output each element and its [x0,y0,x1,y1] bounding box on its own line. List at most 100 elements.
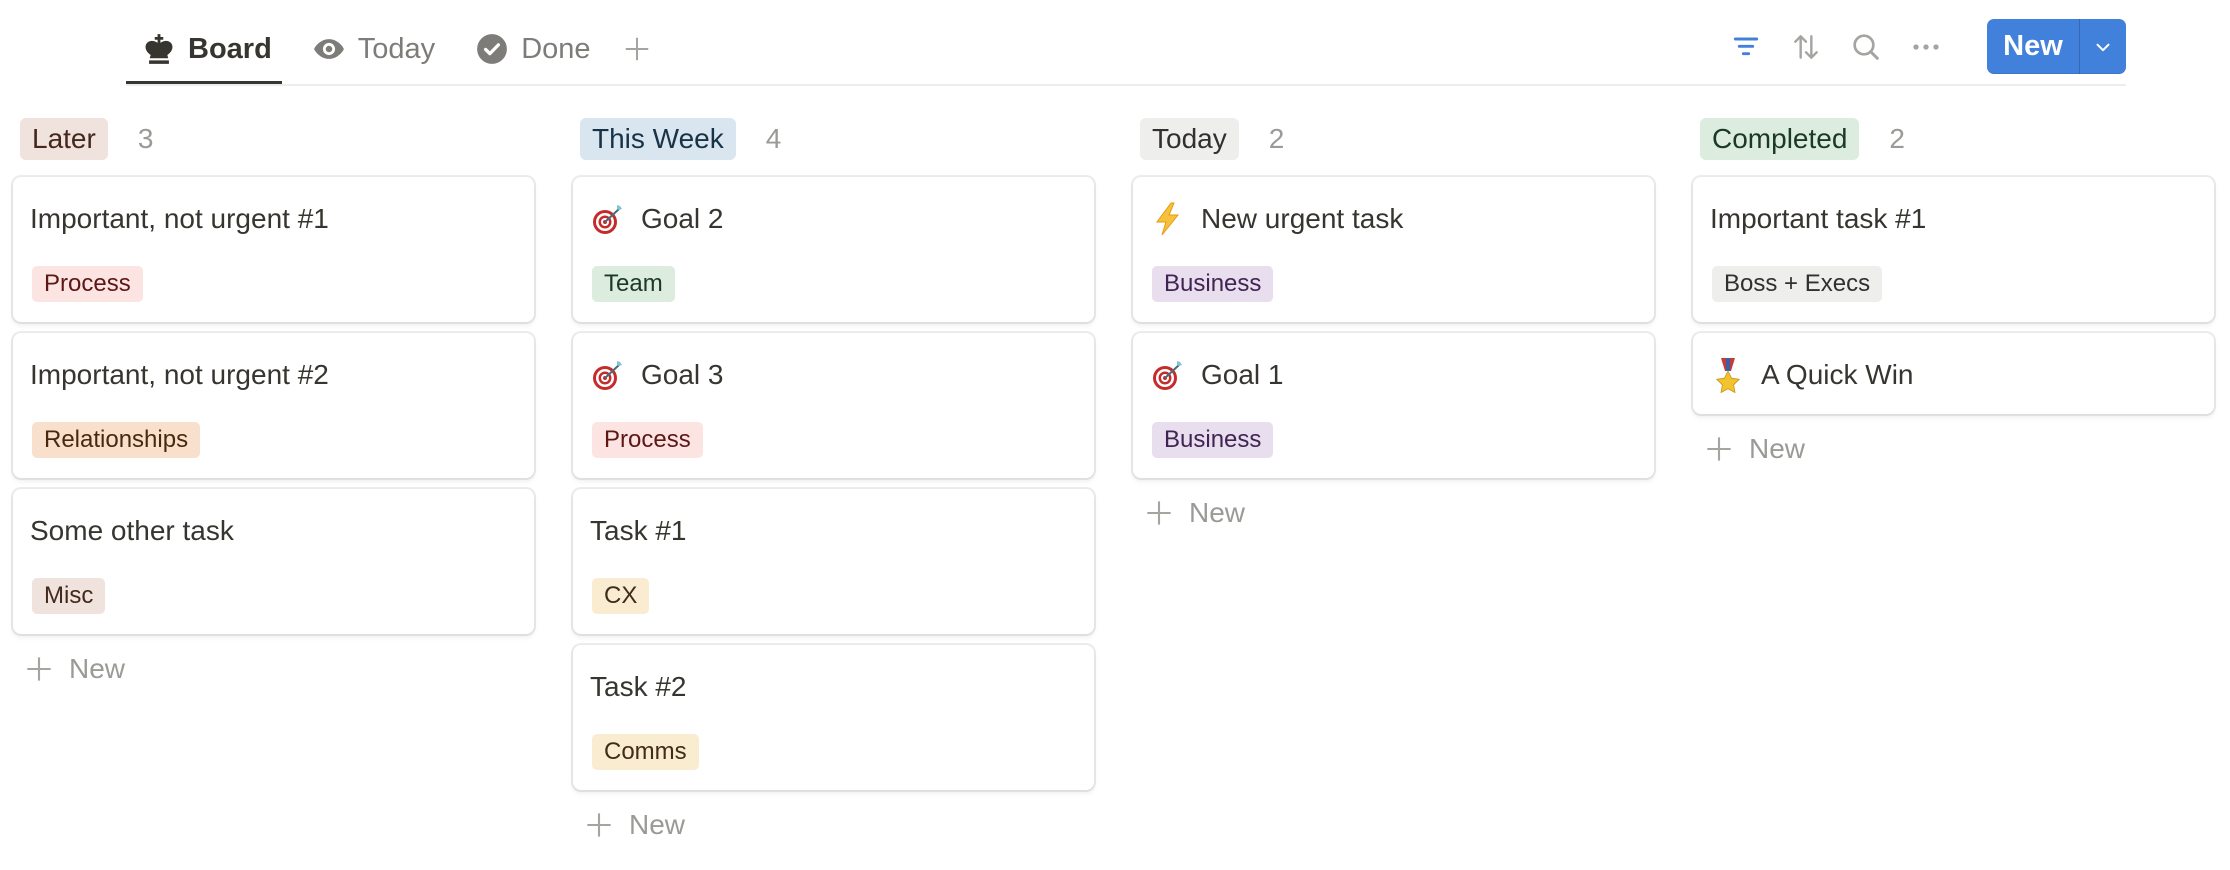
column-header: Later 3 [13,116,534,162]
column-count: 2 [1268,123,1285,154]
dart-target-icon [590,201,626,237]
military-medal-icon [1710,357,1746,393]
card-title: Important task #1 [1710,203,1927,234]
chess-king-icon [142,32,176,66]
card-tag: Relationships [32,422,201,458]
board-card[interactable]: Goal 3 Process [573,333,1094,478]
lightning-icon [1150,201,1186,237]
column-status-tag[interactable]: This Week [580,118,736,160]
column-status-tag[interactable]: Later [20,118,108,160]
tab-label: Today [357,32,436,65]
card-tags: Team [590,266,1077,302]
card-tags: Business [1150,422,1637,458]
card-title: New urgent task [1201,203,1404,234]
card-title-row: Some other task [30,513,517,549]
card-tag: Process [592,422,703,458]
plus-icon [587,813,611,837]
card-tags: Business [1150,266,1637,302]
board-column-today: Today 2 New urgent task Business Goal 1 Bus… [1133,116,1654,849]
card-title-row: Task #1 [590,513,1077,549]
board-card[interactable]: Task #1 CX [573,489,1094,634]
column-count: 4 [765,123,782,154]
add-card-button[interactable]: New [1133,489,1654,537]
card-title: Goal 1 [1201,359,1284,390]
card-tag: Business [1152,422,1274,458]
card-title-row: Goal 1 [1150,357,1637,393]
card-tags: Relationships [30,422,517,458]
view-bar: Board Today Done New [126,0,2126,86]
board-card[interactable]: Important, not urgent #1 Process [13,177,534,322]
add-card-label: New [69,653,126,684]
column-count: 2 [1889,123,1905,154]
column-header: This Week 4 [573,116,1094,162]
card-title: Some other task [30,515,234,546]
column-status-tag[interactable]: Completed [1700,118,1860,160]
card-tags: Misc [30,578,517,614]
eye-icon [312,32,346,66]
card-title: Goal 3 [641,359,724,390]
plus-icon [1707,437,1731,461]
search-button[interactable] [1845,26,1887,68]
board-column-completed: Completed 2 Important task #1 Boss + Execs … [1693,116,2214,849]
card-title-row: Goal 2 [590,201,1077,237]
card-tags: Process [30,266,517,302]
add-card-button[interactable]: New [13,645,534,693]
view-bar-divider [126,84,2126,86]
chevron-down-icon [2096,43,2110,51]
add-card-button[interactable]: New [1693,425,2214,473]
check-circle-icon [475,32,509,66]
tab-label: Board [188,32,272,65]
tab-label: Done [521,32,591,65]
board-column-later: Later 3 Important, not urgent #1 Process Imp… [13,116,534,849]
tab-today[interactable]: Today [296,18,445,80]
card-title: Task #1 [590,515,687,546]
add-card-label: New [629,809,686,840]
new-button-group: New [1987,19,2126,74]
card-tags: Process [590,422,1077,458]
sort-icon [1794,34,1818,59]
tab-board[interactable]: Board [126,18,282,85]
add-view-button[interactable] [617,29,657,69]
card-tags: Comms [590,734,1077,770]
card-tag: Comms [592,734,699,770]
board-card[interactable]: Important task #1 Boss + Execs [1693,177,2214,322]
add-card-button[interactable]: New [573,801,1094,849]
board-card[interactable]: Important, not urgent #2 Relationships [13,333,534,478]
plus-icon [625,37,648,61]
card-tag: Misc [32,578,106,614]
card-title: Task #2 [590,671,687,702]
add-card-label: New [1189,497,1246,528]
board-card[interactable]: A Quick Win [1693,333,2214,414]
sort-button[interactable] [1785,26,1827,68]
card-tag: Business [1152,266,1274,302]
card-title: Important, not urgent #2 [30,359,329,390]
filter-button[interactable] [1725,26,1767,68]
card-tag: Team [592,266,675,302]
card-title-row: Goal 3 [590,357,1077,393]
tab-done[interactable]: Done [459,18,600,80]
column-status-tag[interactable]: Today [1140,118,1239,160]
board-card[interactable]: Task #2 Comms [573,645,1094,790]
plus-icon [27,657,51,681]
card-tags: CX [590,578,1077,614]
add-card-label: New [1749,433,1806,464]
more-options-button[interactable] [1905,26,1947,68]
dart-target-icon [590,357,626,393]
card-title: Goal 2 [641,203,724,234]
board-card[interactable]: Goal 2 Team [573,177,1094,322]
card-title: A Quick Win [1761,359,1914,390]
card-tag: Boss + Execs [1712,266,1883,302]
card-tag: CX [592,578,650,614]
new-dropdown-button[interactable] [2080,19,2126,74]
column-header: Today 2 [1133,116,1654,162]
board-card[interactable]: New urgent task Business [1133,177,1654,322]
more-horizontal-icon [1913,43,1939,50]
card-title-row: Task #2 [590,669,1077,705]
card-tag: Process [32,266,143,302]
kanban-board: Later 3 Important, not urgent #1 Process Imp… [13,116,2230,849]
board-card[interactable]: Goal 1 Business [1133,333,1654,478]
card-title-row: Important, not urgent #1 [30,201,517,237]
search-icon [1853,33,1879,60]
board-card[interactable]: Some other task Misc [13,489,534,634]
new-button[interactable]: New [1987,19,2079,74]
